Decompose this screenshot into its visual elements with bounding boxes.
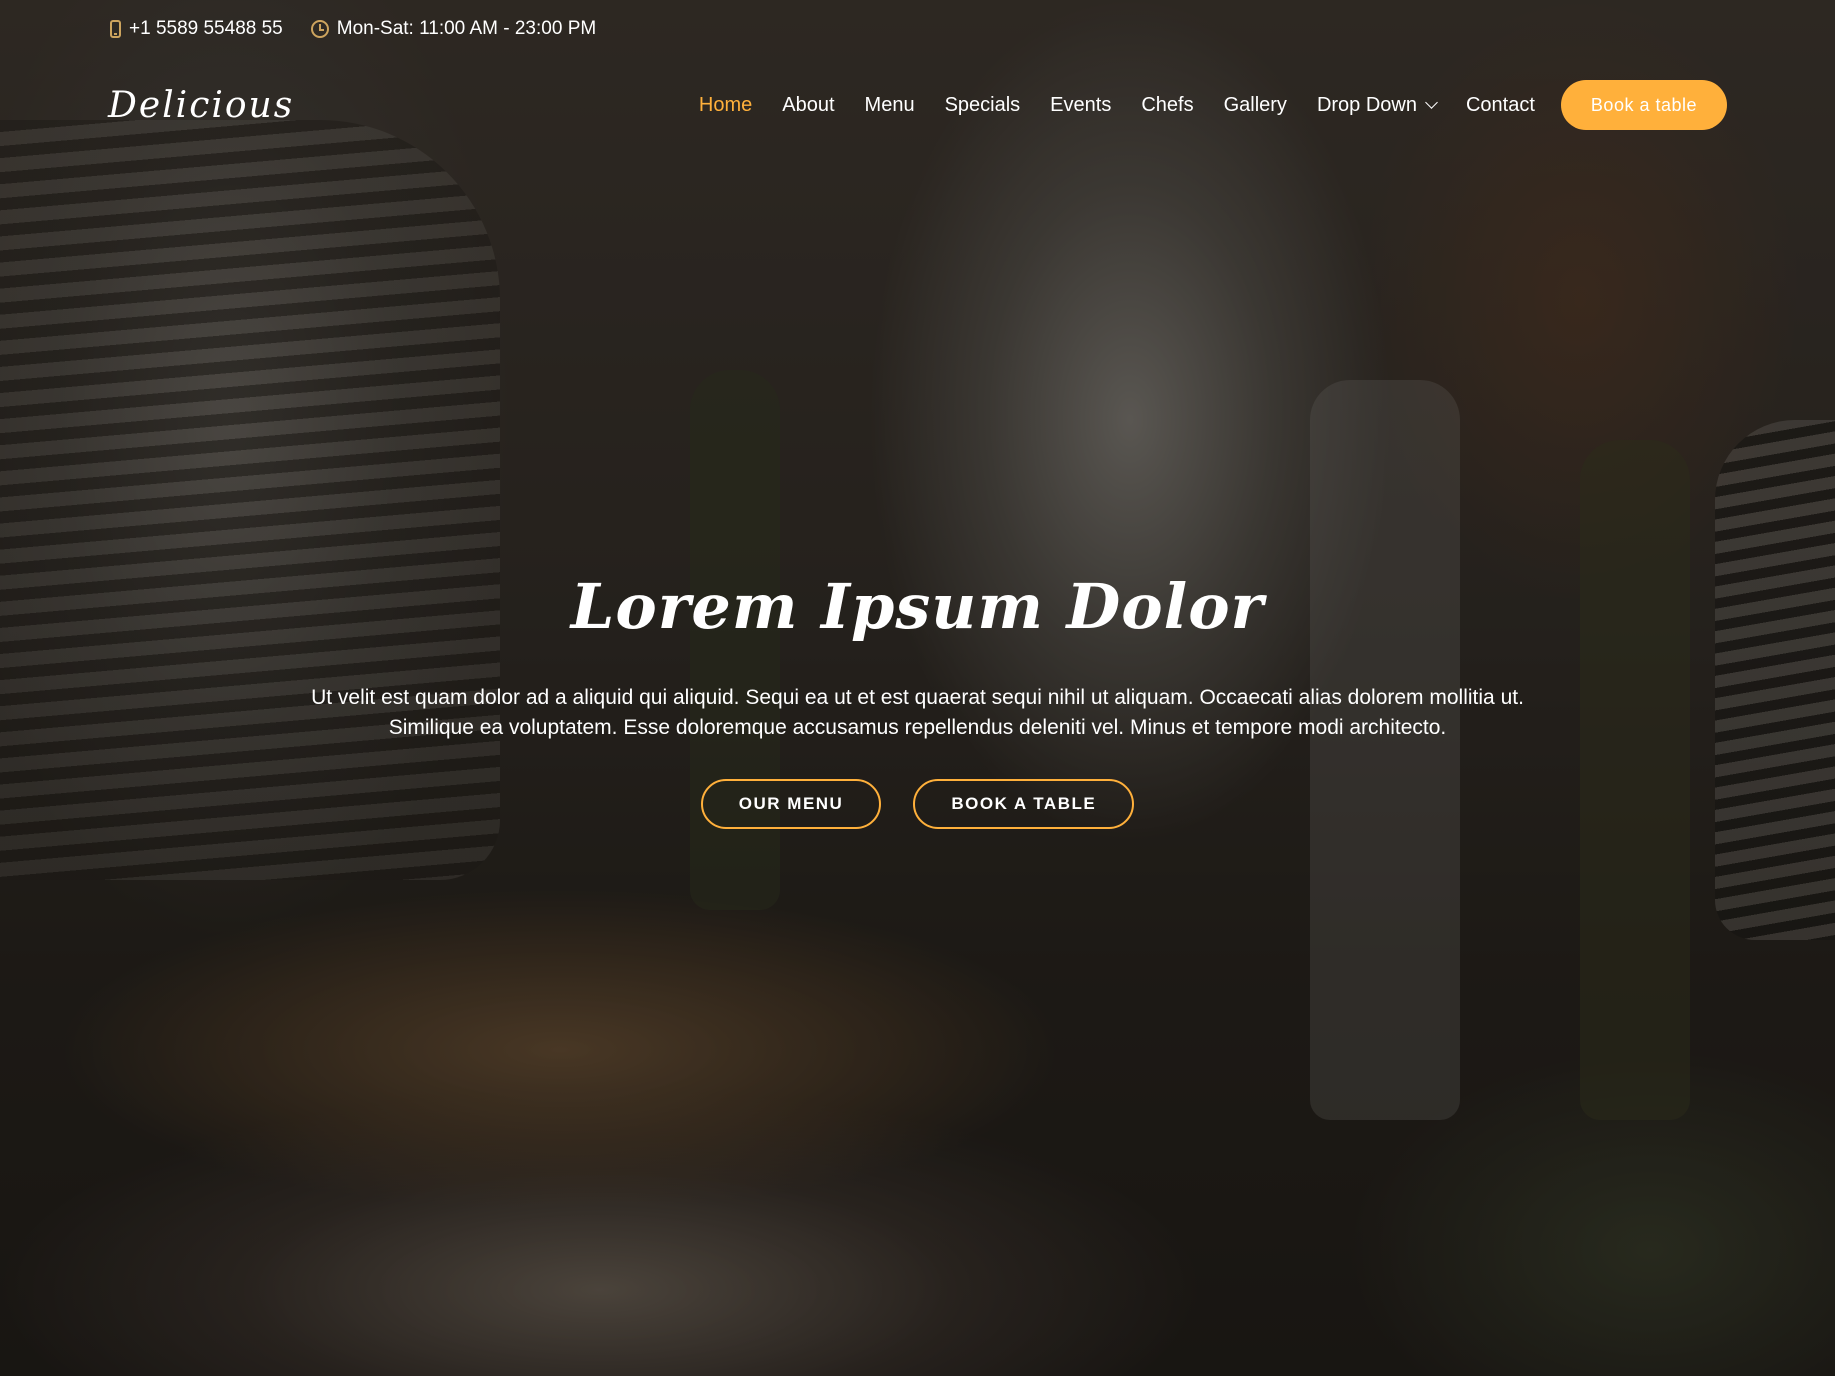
nav-about[interactable]: About [782, 94, 834, 117]
nav-dropdown-label: Drop Down [1316, 93, 1417, 116]
nav-menu[interactable]: Menu [865, 94, 915, 117]
our-menu-button[interactable]: Our Menu [700, 779, 882, 829]
nav-events[interactable]: Events [1050, 94, 1111, 117]
main-nav: Home About Menu Specials Events Chefs Ga… [669, 80, 1727, 130]
hero-section: +1 5589 55488 55 Mon-Sat: 11:00 AM - 23:… [0, 0, 1835, 1376]
nav-dropdown[interactable]: Drop Down [1316, 93, 1438, 117]
topbar-hours: Mon-Sat: 11:00 AM - 23:00 PM [310, 18, 597, 40]
clock-icon [310, 20, 329, 38]
hero-book-table-button[interactable]: Book a Table [913, 779, 1135, 829]
top-bar: +1 5589 55488 55 Mon-Sat: 11:00 AM - 23:… [110, 18, 596, 40]
site-header: Delicious Home About Menu Specials Event… [108, 80, 1727, 130]
hero-content: Lorem Ipsum Dolor Ut velit est quam dolo… [0, 570, 1835, 829]
nav-contact[interactable]: Contact [1466, 94, 1535, 117]
chevron-down-icon [1425, 96, 1438, 109]
book-table-button[interactable]: Book a table [1560, 80, 1727, 130]
opening-hours: Mon-Sat: 11:00 AM - 23:00 PM [336, 18, 597, 39]
nav-home[interactable]: Home [699, 94, 752, 117]
phone-icon [110, 20, 121, 38]
hero-title: Lorem Ipsum Dolor [570, 570, 1265, 643]
nav-chefs[interactable]: Chefs [1141, 94, 1193, 117]
hero-description: Ut velit est quam dolor ad a aliquid qui… [311, 686, 1524, 739]
site-logo[interactable]: Delicious [108, 85, 294, 126]
nav-gallery[interactable]: Gallery [1224, 94, 1287, 117]
hero-buttons: Our Menu Book a Table [0, 779, 1835, 829]
topbar-phone: +1 5589 55488 55 [110, 18, 283, 40]
nav-specials[interactable]: Specials [945, 94, 1021, 117]
phone-number: +1 5589 55488 55 [129, 18, 283, 39]
